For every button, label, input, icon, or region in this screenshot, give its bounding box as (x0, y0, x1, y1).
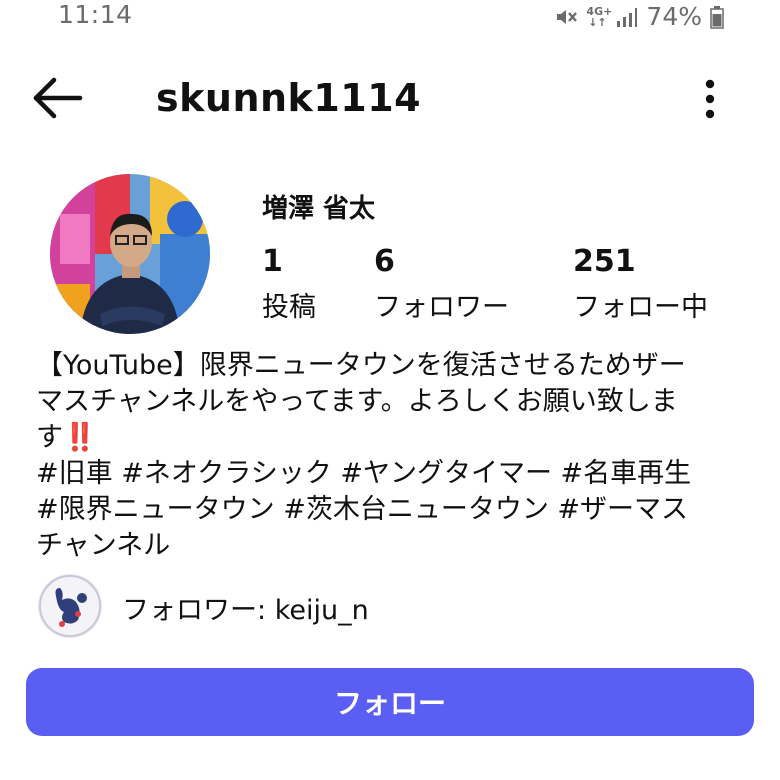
posts-stat[interactable]: 1 投稿 (262, 244, 316, 324)
bio-line: マスチャンネルをやってます。よろしくお願い致しま (36, 386, 678, 417)
profile-avatar[interactable] (50, 174, 210, 334)
bio-hashtags[interactable]: チャンネル (36, 528, 756, 564)
status-time: 11:14 (58, 0, 133, 29)
following-count: 251 (573, 244, 636, 279)
battery-percent: 74% (646, 2, 702, 31)
bio-line: す‼️ (36, 420, 756, 456)
bio-line: 【YouTube】限界ニュータウンを復活させるためザー (36, 350, 686, 381)
followers-stat[interactable]: 6 フォロワー (374, 244, 509, 324)
following-label: フォロー中 (573, 292, 708, 323)
more-vertical-icon (690, 79, 730, 128)
posts-label: 投稿 (262, 292, 316, 323)
status-bar: 11:14 4G+ ↓↑ 74% (0, 0, 780, 34)
network-activity-arrows: ↓↑ (588, 15, 607, 29)
followed-by-label: フォロワー: (122, 595, 275, 626)
profile-header: skunnk1114 (0, 62, 780, 134)
followed-by-username[interactable]: keiju_n (275, 595, 369, 626)
bio-hashtags[interactable]: #旧車 #ネオクラシック #ヤングタイマー #名車再生 (36, 456, 756, 492)
followed-by-text[interactable]: フォロワー: keiju_n (122, 588, 369, 627)
followers-label: フォロワー (374, 292, 509, 323)
battery-icon (710, 5, 724, 29)
arrow-left-icon (30, 77, 84, 126)
signal-icon (616, 6, 638, 28)
posts-count: 1 (262, 244, 283, 279)
status-icons: 4G+ ↓↑ 74% (546, 2, 724, 31)
bio-text: す (36, 422, 63, 453)
profile-username: skunnk1114 (156, 76, 422, 120)
profile-bio: 【YouTube】限界ニュータウンを復活させるためザー マスチャンネルをやってま… (36, 348, 756, 564)
back-button[interactable] (30, 74, 90, 122)
network-type-icon: 4G+ ↓↑ (586, 6, 612, 29)
follower-avatar[interactable] (38, 574, 102, 638)
more-options-button[interactable] (690, 74, 730, 124)
following-stat[interactable]: 251 フォロー中 (573, 244, 708, 324)
display-name: 増澤 省太 (262, 194, 376, 224)
follow-button[interactable]: フォロー (26, 668, 754, 736)
double-exclamation-icon: ‼️ (63, 422, 97, 453)
bio-hashtags[interactable]: #限界ニュータウン #茨木台ニュータウン #ザーマス (36, 492, 756, 528)
followers-count: 6 (374, 244, 395, 279)
mute-icon (554, 5, 578, 29)
